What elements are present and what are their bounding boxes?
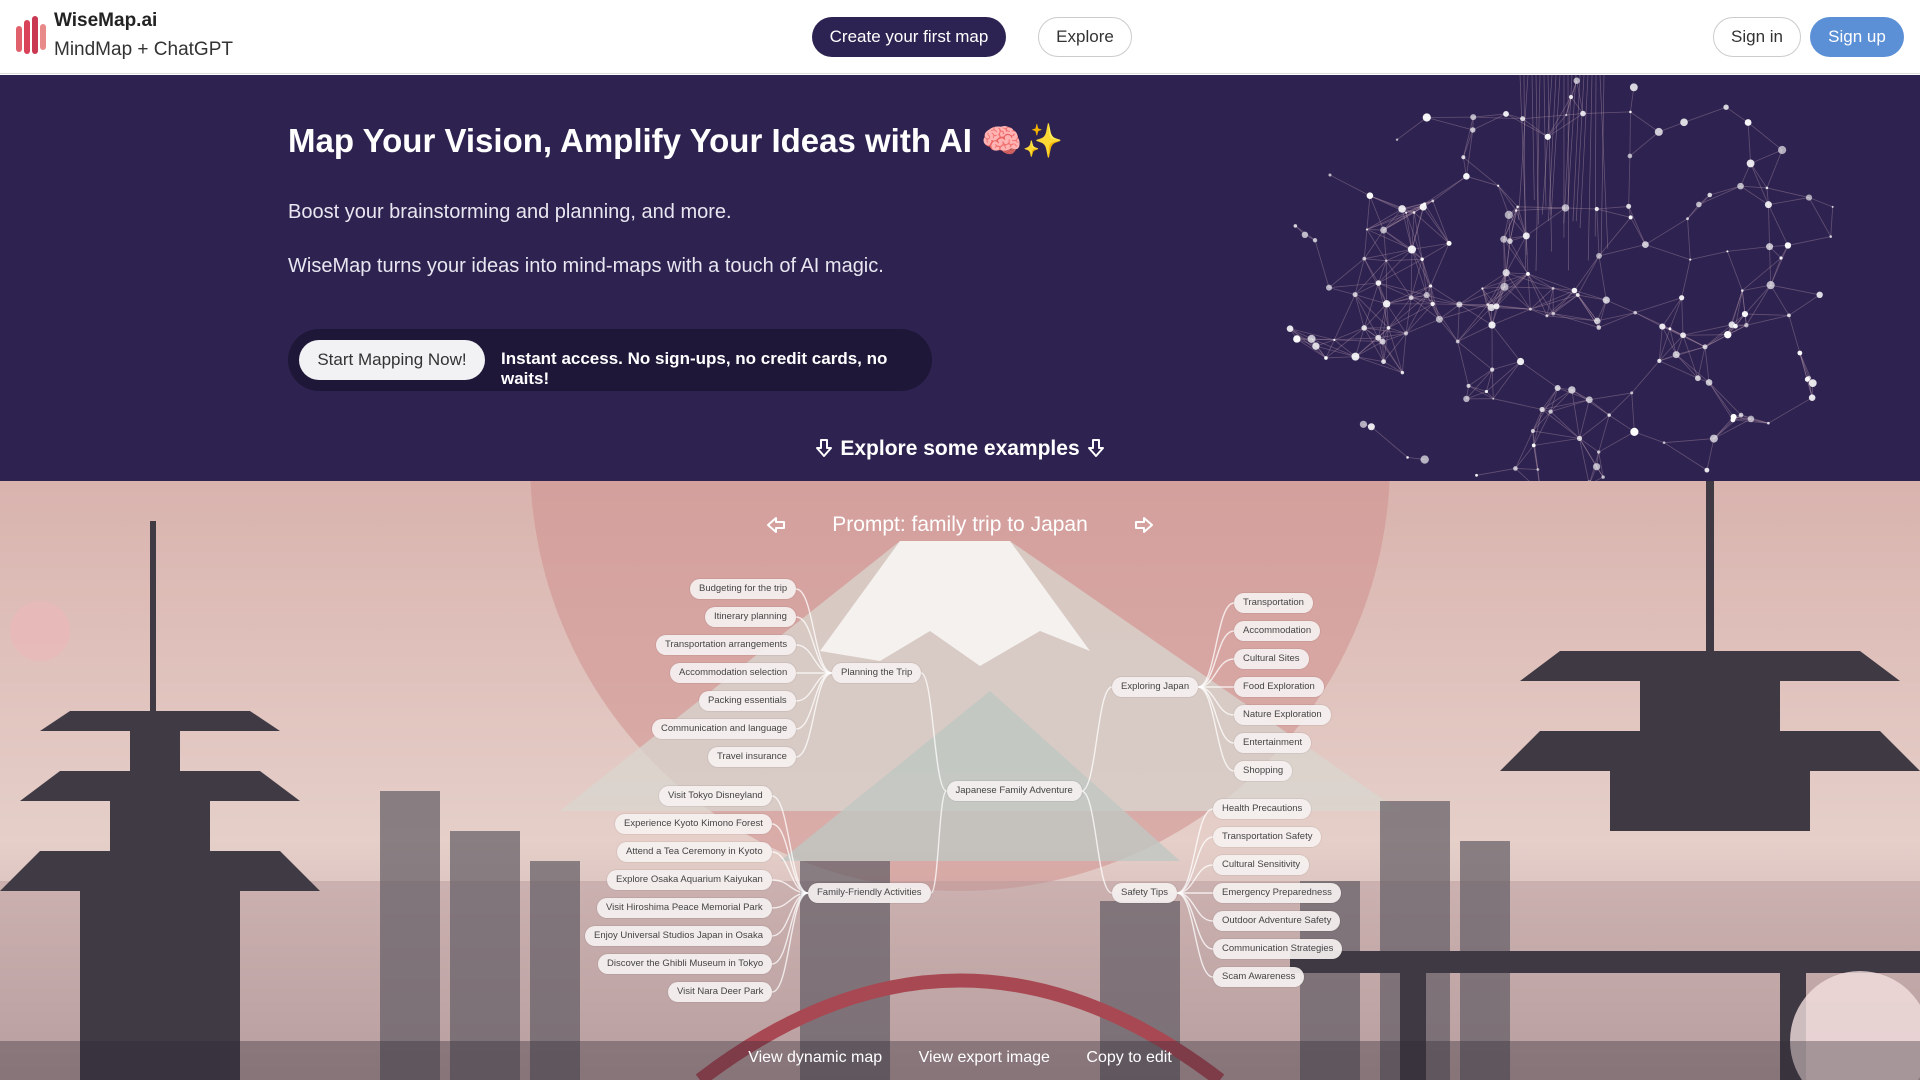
view-dynamic-map-link[interactable]: View dynamic map [748,1049,882,1066]
explore-examples-heading: Explore some examples [0,437,1920,461]
mind-map-leaf-node[interactable]: Transportation arrangements [656,635,797,655]
mind-map-leaf-node[interactable]: Entertainment [1234,733,1312,753]
mind-map-leaf-node[interactable]: Scam Awareness [1213,967,1305,987]
mind-map-leaf-node[interactable]: Outdoor Adventure Safety [1213,911,1341,931]
mind-map-root-node[interactable]: Japanese Family Adventure [946,781,1082,801]
mind-map-leaf-node[interactable]: Emergency Preparedness [1213,883,1341,903]
mind-map-leaf-node[interactable]: Communication Strategies [1213,939,1343,959]
mind-map-leaf-node[interactable]: Visit Tokyo Disneyland [659,786,772,806]
mind-map-leaf-node[interactable]: Cultural Sensitivity [1213,855,1310,875]
mind-map-leaf-node[interactable]: Discover the Ghibli Museum in Tokyo [598,954,773,974]
mind-map-leaf-node[interactable]: Accommodation selection [670,663,797,683]
arrow-down-icon [815,439,832,457]
mind-map[interactable]: Japanese Family Adventure Planning the Tr… [0,481,1920,1080]
sign-up-button[interactable]: Sign up [1810,17,1904,57]
hero-section: Map Your Vision, Amplify Your Ideas with… [0,75,1920,481]
example-actions: View dynamic map View export image Copy … [0,1049,1920,1067]
top-navbar: WiseMap.ai MindMap + ChatGPT Create your… [0,0,1920,74]
mind-map-leaf-node[interactable]: Packing essentials [699,691,796,711]
mind-map-leaf-node[interactable]: Accommodation [1234,621,1321,641]
cta-bar: Start Mapping Now! Instant access. No si… [288,329,932,391]
hero-description: WiseMap turns your ideas into mind-maps … [288,255,884,277]
wisemap-logo-icon [16,16,46,54]
mind-map-leaf-node[interactable]: Health Precautions [1213,799,1312,819]
mind-map-leaf-node[interactable]: Nature Exploration [1234,705,1331,725]
start-mapping-button[interactable]: Start Mapping Now! [299,340,485,380]
mind-map-leaf-node[interactable]: Food Exploration [1234,677,1324,697]
mind-map-leaf-node[interactable]: Transportation [1234,593,1313,613]
mind-map-leaf-node[interactable]: Shopping [1234,761,1293,781]
view-export-image-link[interactable]: View export image [919,1049,1050,1066]
mind-map-leaf-node[interactable]: Experience Kyoto Kimono Forest [615,814,772,834]
mind-map-branch-node[interactable]: Family-Friendly Activities [808,883,931,903]
brand-tagline: MindMap + ChatGPT [54,39,233,60]
mind-map-branch-node[interactable]: Safety Tips [1112,883,1177,903]
mind-map-leaf-node[interactable]: Attend a Tea Ceremony in Kyoto [617,842,772,862]
mind-map-leaf-node[interactable]: Cultural Sites [1234,649,1309,669]
explore-examples-label: Explore some examples [840,437,1080,460]
mind-map-leaf-node[interactable]: Transportation Safety [1213,827,1322,847]
example-showcase: Prompt: family trip to Japan Japanese Fa… [0,481,1920,1080]
explore-button[interactable]: Explore [1038,17,1132,57]
copy-to-edit-link[interactable]: Copy to edit [1086,1049,1171,1066]
mind-map-leaf-node[interactable]: Itinerary planning [705,607,796,627]
mind-map-leaf-node[interactable]: Enjoy Universal Studios Japan in Osaka [585,926,772,946]
mind-map-leaf-node[interactable]: Visit Hiroshima Peace Memorial Park [597,898,772,918]
mind-map-leaf-node[interactable]: Budgeting for the trip [690,579,797,599]
cta-text: Instant access. No sign-ups, no credit c… [501,349,888,388]
brand-name[interactable]: WiseMap.ai [54,10,157,32]
mind-map-leaf-node[interactable]: Visit Nara Deer Park [668,982,773,1002]
create-first-map-button[interactable]: Create your first map [812,17,1006,57]
sign-in-button[interactable]: Sign in [1713,17,1801,57]
mind-map-branch-node[interactable]: Exploring Japan [1112,677,1199,697]
hero-title: Map Your Vision, Amplify Your Ideas with… [288,122,1064,159]
mind-map-branch-node[interactable]: Planning the Trip [832,663,922,683]
mind-map-leaf-node[interactable]: Explore Osaka Aquarium Kaiyukan [607,870,772,890]
neural-network-illustration [1286,75,1834,481]
mind-map-leaf-node[interactable]: Communication and language [652,719,797,739]
mind-map-leaf-node[interactable]: Travel insurance [708,747,796,767]
hero-subtitle: Boost your brainstorming and planning, a… [288,201,732,223]
arrow-down-icon [1088,439,1105,457]
